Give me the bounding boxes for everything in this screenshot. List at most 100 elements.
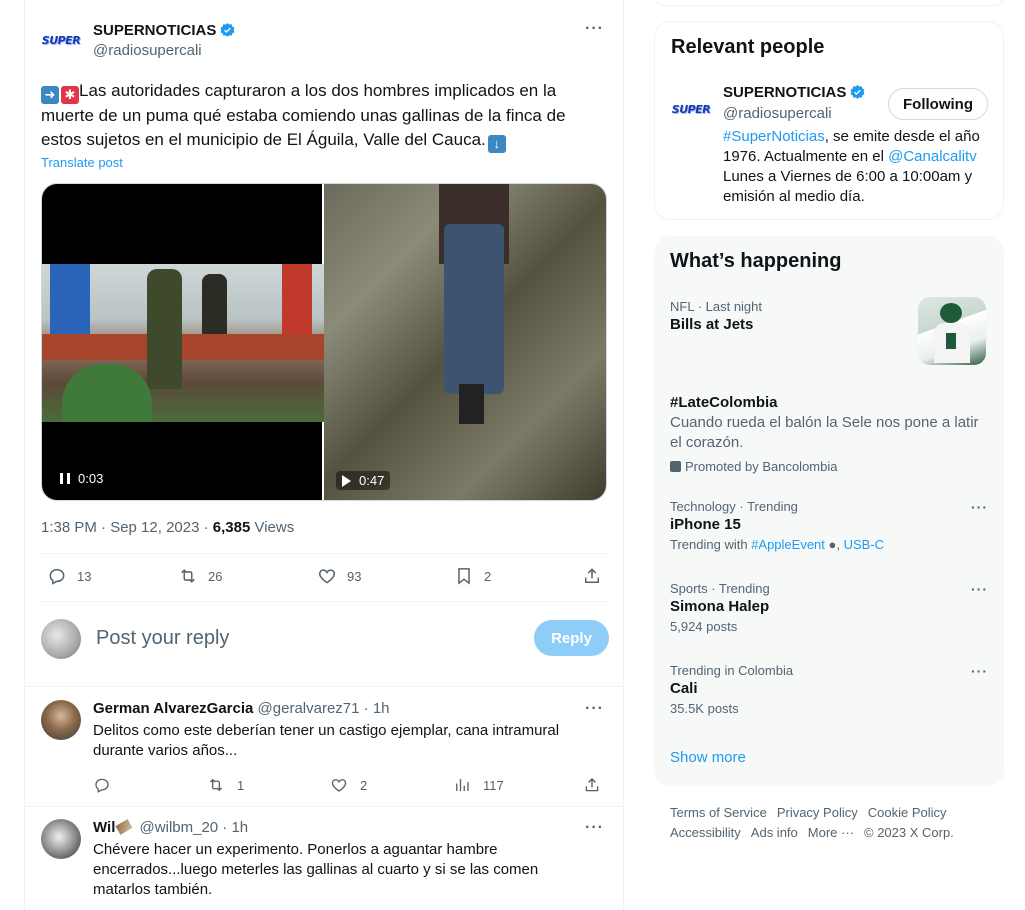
person-bio: #SuperNoticias, se emite desde el año 19… [723, 128, 980, 205]
person-handle[interactable]: @radiosupercali [723, 105, 832, 122]
reply-author-handle[interactable]: @geralvarez71 · 1h [258, 700, 390, 717]
reply-header: German AlvarezGarcia @geralvarez71 · 1h [93, 700, 390, 717]
share-action[interactable] [582, 566, 602, 586]
share-action[interactable] [583, 776, 601, 794]
trend-title: Cali [670, 680, 698, 697]
feather-emoji-icon [115, 819, 133, 835]
reply-icon [95, 778, 109, 793]
views-label: Views [250, 519, 295, 536]
play-icon[interactable] [342, 474, 351, 487]
repost-count: 26 [208, 568, 223, 584]
reply-avatar[interactable] [41, 819, 81, 859]
show-more-link[interactable]: Show more [670, 749, 746, 766]
reply-action[interactable] [93, 776, 111, 794]
trend-title: Simona Halep [670, 598, 770, 615]
more-options-icon[interactable]: ··· [585, 819, 604, 837]
media-grid: 0:03 0:47 [41, 183, 607, 501]
reply-item[interactable]: Wil @wilbm_20 · 1h ··· Chévere hacer un … [41, 819, 609, 909]
reply-author-name[interactable]: Wil [93, 819, 115, 836]
reply-author-handle[interactable]: @wilbm_20 · 1h [140, 819, 249, 836]
promoted-icon [670, 461, 681, 472]
more-options-icon[interactable]: ··· [585, 20, 604, 38]
like-action[interactable]: 93 [317, 566, 361, 586]
relevant-people-title: Relevant people [671, 36, 825, 58]
repost-action[interactable]: 26 [178, 566, 222, 586]
trend-post-count: 5,924 posts [670, 619, 738, 634]
video-1[interactable]: 0:03 [42, 184, 324, 500]
trend-subtitle: Trending with #AppleEvent ●, USB-C [670, 537, 885, 552]
whats-happening-card: What’s happening NFL · Last night Bills … [654, 236, 1004, 786]
video-1-time[interactable]: 0:03 [60, 471, 103, 486]
trend-link-usbc[interactable]: USB-C [844, 537, 884, 552]
supernoticias-logo: SUPER [41, 33, 81, 47]
trend-item[interactable]: Sports · Trending Simona Halep 5,924 pos… [670, 581, 988, 634]
trend-image[interactable] [918, 297, 986, 365]
tweet-meta: 1:38 PM · Sep 12, 2023 · 6,385 Views [41, 519, 294, 536]
more-options-icon[interactable]: ··· [971, 663, 988, 679]
footer-links: Terms of Service Privacy Policy Cookie Pol… [670, 803, 990, 843]
reply-author-name[interactable]: German AlvarezGarcia [93, 700, 253, 717]
verified-badge-icon [220, 23, 235, 37]
bookmark-icon [458, 568, 470, 585]
search-card-edge [654, 0, 1004, 6]
views-action[interactable]: 117 [453, 776, 504, 794]
reply-text: Delitos como este deberían tener un cast… [93, 722, 560, 759]
arrow-right-emoji-icon: ➜ [41, 86, 59, 104]
tweet-time[interactable]: 1:38 PM · Sep 12, 2023 · [41, 519, 213, 536]
video-1-thumbnail [42, 264, 324, 422]
copyright: © 2023 X Corp. [864, 825, 954, 840]
reply-icon [49, 568, 65, 585]
more-options-icon[interactable]: ··· [971, 581, 988, 597]
footer-link[interactable]: Privacy Policy [777, 805, 858, 820]
reply-item[interactable]: German AlvarezGarcia @geralvarez71 · 1h … [41, 700, 609, 804]
author-handle[interactable]: @radiosupercali [93, 42, 236, 59]
bio-mention-link[interactable]: @Canalcalitv [888, 148, 977, 165]
divider [41, 553, 609, 554]
person-name[interactable]: SUPERNOTICIAS [723, 84, 866, 101]
author-info[interactable]: SUPERNOTICIAS @radiosupercali [93, 22, 236, 59]
promoted-label: Promoted by Bancolombia [670, 459, 988, 474]
trend-link-appleevent[interactable]: #AppleEvent [751, 537, 825, 552]
reply-count: 13 [77, 568, 92, 584]
verified-badge-icon [850, 85, 865, 99]
person-avatar[interactable]: SUPER [671, 89, 711, 129]
trend-meta: Technology · Trending [670, 499, 798, 514]
author-name[interactable]: SUPERNOTICIAS [93, 22, 216, 39]
footer-link[interactable]: More ··· [808, 825, 854, 840]
footer-link[interactable]: Ads info [751, 825, 798, 840]
more-options-icon[interactable]: ··· [971, 499, 988, 515]
tweet-text-line1: Las autoridades capturaron a los dos hom… [79, 81, 557, 100]
bookmark-action[interactable]: 2 [454, 566, 491, 586]
reply-avatar[interactable] [41, 700, 81, 740]
trend-item[interactable]: Trending in Colombia Cali 35.5K posts ··… [670, 663, 988, 716]
pause-icon[interactable] [60, 473, 70, 484]
reply-input[interactable]: Post your reply [96, 627, 229, 650]
views-count: 6,385 [212, 519, 251, 536]
translate-post-link[interactable]: Translate post [41, 155, 123, 170]
reply-header: Wil @wilbm_20 · 1h [93, 819, 248, 836]
more-options-icon[interactable]: ··· [585, 700, 604, 718]
author-avatar[interactable]: SUPER [41, 20, 81, 60]
tweet-header: SUPER SUPERNOTICIAS @radiosupercali ··· [41, 18, 609, 66]
reply-button[interactable]: Reply [534, 620, 609, 656]
video-2-time[interactable]: 0:47 [336, 471, 391, 490]
current-user-avatar[interactable] [41, 619, 81, 659]
footer-link[interactable]: Terms of Service [670, 805, 767, 820]
repost-action[interactable]: 1 [207, 776, 244, 794]
like-action[interactable]: 2 [330, 776, 367, 794]
trend-item[interactable]: #LateColombia Cuando rueda el balón la S… [670, 392, 988, 474]
trend-item[interactable]: Technology · Trending iPhone 15 Trending… [670, 499, 988, 552]
footer-link[interactable]: Accessibility [670, 825, 741, 840]
relevant-people-card: Relevant people SUPER SUPERNOTICIAS @rad… [654, 21, 1004, 220]
video-2[interactable]: 0:47 [324, 184, 606, 500]
reply-action[interactable]: 13 [47, 566, 91, 586]
following-button[interactable]: Following [888, 88, 988, 120]
footer-link[interactable]: Cookie Policy [868, 805, 947, 820]
bio-hashtag-link[interactable]: #SuperNoticias [723, 128, 825, 145]
trend-title: #LateColombia [670, 394, 778, 411]
supernoticias-logo: SUPER [671, 102, 711, 116]
arrow-down-emoji-icon: ↓ [487, 135, 506, 153]
divider [41, 601, 609, 602]
trend-meta: Trending in Colombia [670, 663, 794, 678]
reply-actions: 1 2 117 [93, 776, 609, 794]
